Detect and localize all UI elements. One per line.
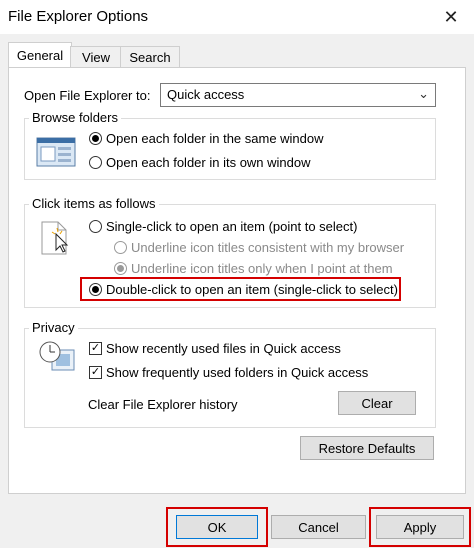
underline-point-label[interactable]: Underline icon titles only when I point …: [131, 261, 393, 276]
single-click-label[interactable]: Single-click to open an item (point to s…: [106, 219, 357, 234]
open-to-label: Open File Explorer to:: [24, 88, 151, 103]
recent-files-label[interactable]: Show recently used files in Quick access: [106, 341, 341, 356]
ok-button[interactable]: OK: [176, 515, 258, 539]
apply-button[interactable]: Apply: [376, 515, 464, 539]
recent-files-checkbox[interactable]: ✓: [89, 342, 102, 355]
open-to-select[interactable]: Quick access ⌄: [160, 83, 436, 107]
tab-general[interactable]: General: [8, 42, 72, 69]
clear-history-label: Clear File Explorer history: [88, 397, 238, 412]
tab-view[interactable]: View: [70, 46, 122, 69]
privacy-clock-icon: [39, 341, 75, 371]
restore-defaults-button[interactable]: Restore Defaults: [300, 436, 434, 460]
cancel-button[interactable]: Cancel: [271, 515, 366, 539]
window-icon: [36, 137, 76, 167]
window-title: File Explorer Options: [8, 8, 149, 25]
privacy-legend: Privacy: [29, 320, 78, 335]
radio-double-click[interactable]: [89, 283, 102, 296]
chevron-down-icon: ⌄: [418, 86, 429, 101]
frequent-folders-checkbox[interactable]: ✓: [89, 366, 102, 379]
own-window-label[interactable]: Open each folder in its own window: [106, 155, 311, 170]
browse-folders-legend: Browse folders: [29, 110, 121, 125]
clear-button[interactable]: Clear: [338, 391, 416, 415]
click-items-legend: Click items as follows: [29, 196, 159, 211]
browse-folders-group: [24, 118, 436, 180]
radio-underline-browser[interactable]: [114, 241, 127, 254]
radio-single-click[interactable]: [89, 220, 102, 233]
radio-underline-point[interactable]: [114, 262, 127, 275]
pointer-document-icon: [41, 221, 69, 255]
double-click-label[interactable]: Double-click to open an item (single-cli…: [106, 282, 398, 297]
close-icon[interactable]: ✕: [434, 4, 468, 30]
open-to-value: Quick access: [167, 87, 245, 102]
radio-same-window[interactable]: [89, 132, 102, 145]
same-window-label[interactable]: Open each folder in the same window: [106, 131, 324, 146]
tab-search[interactable]: Search: [120, 46, 180, 69]
underline-browser-label[interactable]: Underline icon titles consistent with my…: [131, 240, 404, 255]
radio-own-window[interactable]: [89, 156, 102, 169]
frequent-folders-label[interactable]: Show frequently used folders in Quick ac…: [106, 365, 368, 380]
